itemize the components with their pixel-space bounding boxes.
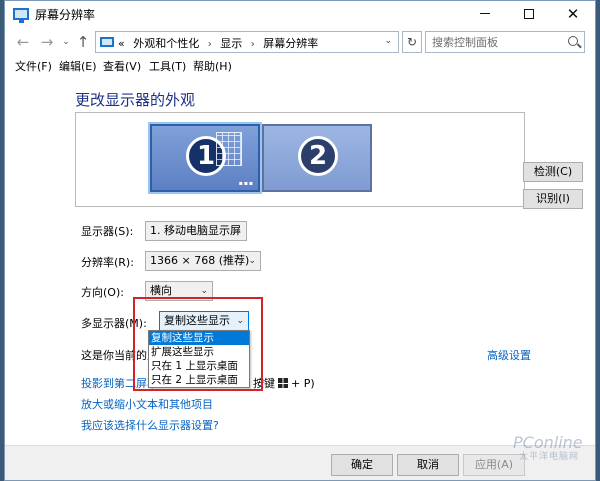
identify-button[interactable]: 识别(I) — [523, 189, 583, 209]
chevron-down-icon[interactable]: ⌄ — [384, 36, 392, 46]
multi-display-label: 多显示器(M): — [81, 317, 147, 330]
resolution-label: 分辨率(R): — [81, 256, 134, 269]
resolution-select[interactable]: 1366 × 768 (推荐) ⌄ — [145, 251, 261, 271]
display-icon — [13, 8, 29, 23]
minimize-button[interactable] — [463, 1, 507, 27]
option-duplicate[interactable]: 复制这些显示 — [149, 331, 249, 345]
option-extend[interactable]: 扩展这些显示 — [149, 345, 249, 359]
option-only-1[interactable]: 只在 1 上显示桌面 — [149, 359, 249, 373]
close-button[interactable]: ✕ — [551, 1, 595, 27]
cancel-button[interactable]: 取消 — [397, 454, 459, 476]
menu-help[interactable]: 帮助(H) — [193, 58, 232, 74]
watermark-sub: 太平洋电脑网 — [519, 452, 580, 462]
screen-resolution-window: 屏幕分辨率 ✕ ← → ⌄ ↑ « 外观和个性化 › 显示 › 屏幕分辨率 ⌄ … — [4, 0, 596, 481]
refresh-button[interactable]: ↻ — [402, 31, 422, 53]
display-label: 显示器(S): — [81, 225, 134, 238]
page-title: 更改显示器的外观 — [75, 91, 196, 109]
search-icon[interactable] — [568, 36, 578, 46]
breadcrumb: « 外观和个性化 › 显示 › 屏幕分辨率 — [118, 35, 318, 51]
display-select[interactable]: 1. 移动电脑显示屏 ⌄ — [145, 221, 247, 241]
multi-display-select-value: 复制这些显示 — [164, 314, 230, 327]
display-select-value: 1. 移动电脑显示屏 — [150, 224, 241, 237]
multi-display-select[interactable]: 复制这些显示 ⌄ — [159, 311, 249, 331]
title-bar: 屏幕分辨率 ✕ — [5, 1, 595, 27]
dialog-footer: 确定 取消 应用(A) — [5, 445, 595, 480]
breadcrumb-display[interactable]: 显示 — [220, 37, 242, 50]
up-button[interactable]: ↑ — [75, 32, 91, 52]
ok-button[interactable]: 确定 — [331, 454, 393, 476]
pconline-watermark: PConline 太平洋电脑网 — [513, 433, 583, 462]
monitor-1[interactable]: 1 ▪▪▪ — [150, 124, 260, 192]
breadcrumb-resolution[interactable]: 屏幕分辨率 — [263, 37, 318, 50]
address-row: ← → ⌄ ↑ « 外观和个性化 › 显示 › 屏幕分辨率 ⌄ ↻ — [5, 28, 595, 56]
multi-display-dropdown: 复制这些显示 扩展这些显示 只在 1 上显示桌面 只在 2 上显示桌面 — [148, 330, 250, 388]
maximize-icon — [524, 8, 534, 19]
project-second-screen-link[interactable]: 投影到第二屏幕 — [81, 375, 158, 391]
breadcrumb-appearance[interactable]: 外观和个性化 — [133, 37, 199, 50]
main-content: 更改显示器的外观 1 ▪▪▪ 2 检测(C) 识别(I) 显示器(S): 1. … — [5, 77, 595, 445]
windows-logo-icon — [278, 378, 288, 388]
back-button[interactable]: ← — [15, 32, 31, 52]
minimize-icon — [480, 13, 490, 14]
menu-file[interactable]: 文件(F) — [15, 58, 52, 74]
current-display-text: 这是你当前的主 — [81, 349, 158, 362]
advanced-settings-link[interactable]: 高级设置 — [487, 347, 531, 363]
search-input[interactable] — [432, 34, 562, 50]
menu-edit[interactable]: 编辑(E) — [59, 58, 97, 74]
breadcrumb-overflow[interactable]: « — [118, 37, 125, 50]
close-icon: ✕ — [566, 5, 580, 23]
project-shortcut: 按键 + P) — [253, 375, 315, 391]
menu-view[interactable]: 查看(V) — [103, 58, 141, 74]
orientation-label: 方向(O): — [81, 286, 124, 299]
text-size-link[interactable]: 放大或缩小文本和其他项目 — [81, 396, 213, 412]
window-title: 屏幕分辨率 — [35, 8, 96, 22]
chevron-right-icon[interactable]: › — [208, 39, 212, 50]
chevron-down-icon: ⌄ — [234, 226, 242, 236]
forward-button[interactable]: → — [39, 32, 55, 52]
resolution-select-value: 1366 × 768 (推荐) — [150, 254, 250, 267]
monitor-number-2: 2 — [298, 136, 338, 176]
chevron-down-icon: ⌄ — [248, 256, 256, 266]
monitor-2[interactable]: 2 — [262, 124, 372, 192]
recent-locations-button[interactable]: ⌄ — [61, 32, 71, 52]
menu-bar: 文件(F) 编辑(E) 查看(V) 工具(T) 帮助(H) — [5, 56, 595, 76]
shortcut-prefix: 按键 — [253, 377, 275, 390]
chevron-down-icon: ⌄ — [236, 316, 244, 326]
orientation-select-value: 横向 — [150, 284, 172, 297]
orientation-select[interactable]: 横向 ⌄ — [145, 281, 213, 301]
maximize-button[interactable] — [507, 1, 551, 27]
taskbar-dots-icon: ▪▪▪ — [238, 180, 254, 187]
chevron-right-icon[interactable]: › — [251, 39, 255, 50]
desktop-grid-icon — [216, 132, 242, 166]
chevron-down-icon: ⌄ — [200, 286, 208, 296]
shortcut-suffix: + P) — [291, 377, 315, 390]
control-panel-icon — [100, 37, 114, 47]
detect-button[interactable]: 检测(C) — [523, 162, 583, 182]
monitor-preview: 1 ▪▪▪ 2 检测(C) 识别(I) — [75, 112, 583, 209]
which-settings-link[interactable]: 我应该选择什么显示器设置? — [81, 417, 219, 433]
address-bar[interactable]: « 外观和个性化 › 显示 › 屏幕分辨率 ⌄ — [95, 31, 399, 53]
menu-tools[interactable]: 工具(T) — [149, 58, 186, 74]
option-only-2[interactable]: 只在 2 上显示桌面 — [149, 373, 249, 387]
search-box[interactable] — [425, 31, 585, 53]
